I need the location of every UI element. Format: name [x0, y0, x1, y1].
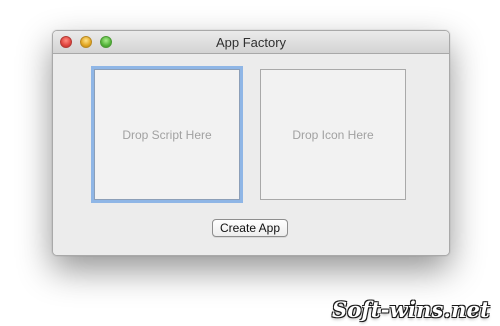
- window-title: App Factory: [215, 35, 287, 50]
- app-window: App Factory Drop Script Here Drop Icon H…: [52, 30, 450, 256]
- title-bar[interactable]: App Factory: [53, 31, 449, 54]
- window-content: Drop Script Here Drop Icon Here Create A…: [53, 54, 449, 255]
- create-app-button[interactable]: Create App: [212, 219, 288, 237]
- script-drop-zone[interactable]: Drop Script Here: [94, 69, 240, 200]
- icon-drop-zone[interactable]: Drop Icon Here: [260, 69, 406, 200]
- site-watermark: Soft-wins.net: [331, 297, 490, 322]
- icon-drop-label: Drop Icon Here: [292, 127, 374, 142]
- script-drop-label: Drop Script Here: [122, 127, 212, 142]
